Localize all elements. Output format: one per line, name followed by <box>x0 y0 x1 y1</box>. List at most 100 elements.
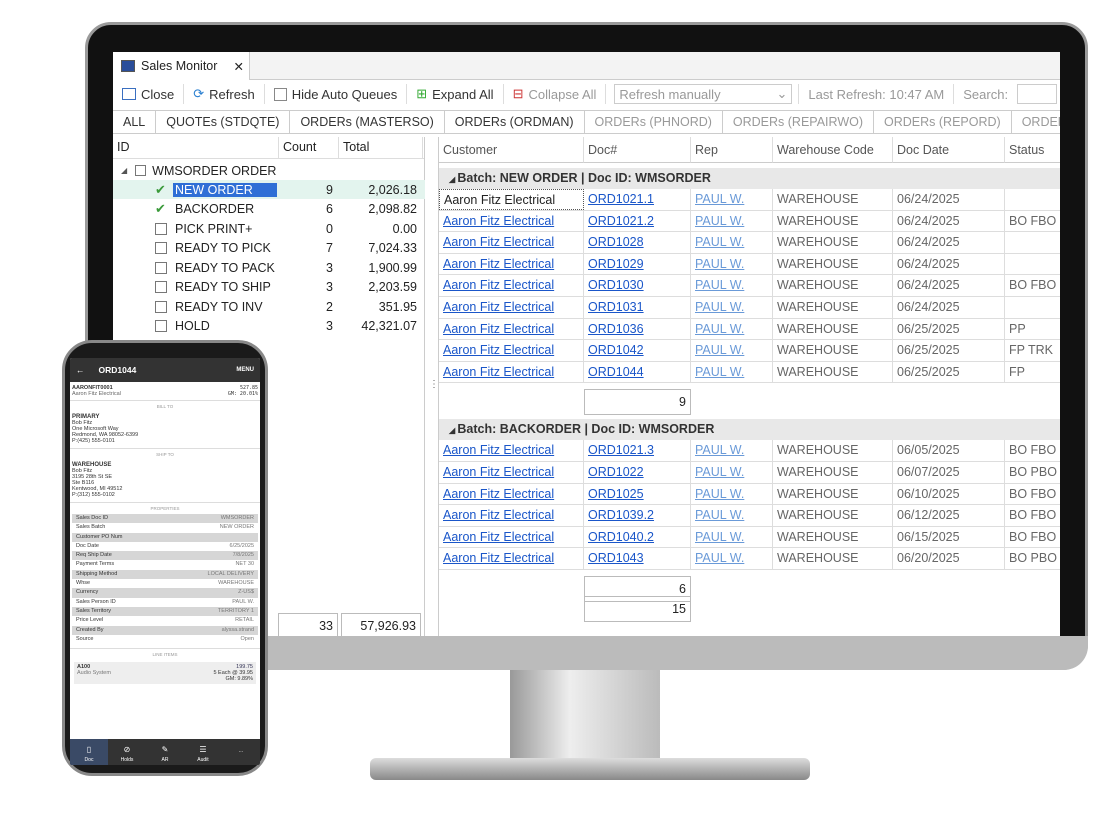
doc-link[interactable]: ORD1044 <box>584 361 691 383</box>
group-header[interactable]: ◢ Batch: NEW ORDER | Doc ID: WMSORDER <box>439 168 1060 189</box>
table-row[interactable]: Aaron Fitz Electrical ORD1021.2 PAUL W. WAR… <box>439 210 1060 233</box>
refresh-mode-select[interactable]: Refresh manually ⌄ <box>614 84 793 104</box>
rep-link[interactable]: PAUL W. <box>691 462 773 483</box>
header-id[interactable]: ID <box>113 137 279 158</box>
customer-link[interactable]: Aaron Fitz Electrical <box>439 548 584 569</box>
grid-header-doc-[interactable]: Doc# <box>584 137 691 163</box>
checked-icon[interactable]: ✔ <box>155 202 167 215</box>
rep-link[interactable]: PAUL W. <box>691 210 773 232</box>
back-arrow-icon[interactable]: ← <box>76 365 85 375</box>
close-button[interactable]: Close <box>113 84 185 104</box>
header-count[interactable]: Count <box>279 137 339 158</box>
grid-header-status[interactable]: Status <box>1005 137 1060 163</box>
rep-link[interactable]: PAUL W. <box>691 526 773 548</box>
customer-link[interactable]: Aaron Fitz Electrical <box>439 318 584 340</box>
nav-holds[interactable]: ⊘ Holds <box>108 739 146 765</box>
queue-tab[interactable]: ORDERs (REPAIRWO) <box>723 111 875 133</box>
customer-link[interactable]: Aaron Fitz Electrical <box>439 361 584 383</box>
hide-auto-queues-checkbox[interactable]: Hide Auto Queues <box>265 84 408 104</box>
table-row[interactable]: Aaron Fitz Electrical ORD1029 PAUL W. WAREH… <box>439 253 1060 276</box>
customer-link[interactable]: Aaron Fitz Electrical <box>439 505 584 526</box>
customer-link[interactable]: Aaron Fitz Electrical <box>439 526 584 548</box>
rep-link[interactable]: PAUL W. <box>691 340 773 361</box>
doc-link[interactable]: ORD1039.2 <box>584 505 691 526</box>
table-row[interactable]: Aaron Fitz Electrical ORD1021.3 PAUL W. WAR… <box>439 440 1060 462</box>
queue-tab[interactable]: ORDERs (REPORD) <box>874 111 1012 133</box>
table-row[interactable]: Aaron Fitz Electrical ORD1021.1 PAUL W. WAR… <box>439 189 1060 211</box>
table-row[interactable]: Aaron Fitz Electrical ORD1044 PAUL W. WAREH… <box>439 361 1060 384</box>
doc-link[interactable]: ORD1040.2 <box>584 526 691 548</box>
tree-item[interactable]: READY TO INV 2 351.95 <box>113 297 425 316</box>
customer-link[interactable]: Aaron Fitz Electrical <box>439 189 584 210</box>
rep-link[interactable]: PAUL W. <box>691 232 773 253</box>
table-row[interactable]: Aaron Fitz Electrical ORD1043 PAUL W. WAREH… <box>439 548 1060 570</box>
grid-header-customer[interactable]: Customer <box>439 137 584 163</box>
doc-link[interactable]: ORD1021.1 <box>584 189 691 210</box>
checkbox-icon[interactable] <box>155 281 167 293</box>
tree-item[interactable]: ✔ BACKORDER 6 2,098.82 <box>113 200 425 219</box>
customer-link[interactable]: Aaron Fitz Electrical <box>439 210 584 232</box>
tab-sales-monitor[interactable]: Sales Monitor ✕ <box>113 52 250 80</box>
checkbox-icon[interactable] <box>155 222 167 235</box>
nav-doc[interactable]: ▯ Doc <box>70 739 108 765</box>
doc-link[interactable]: ORD1028 <box>584 232 691 253</box>
nav-ar[interactable]: ✎ AR <box>146 739 184 765</box>
tree-item[interactable]: READY TO PACK 3 1,900.99 <box>113 258 425 277</box>
tree-root[interactable]: ◢ WMSORDER ORDER <box>113 161 425 180</box>
customer-link[interactable]: Aaron Fitz Electrical <box>439 232 584 253</box>
rep-link[interactable]: PAUL W. <box>691 548 773 569</box>
doc-link[interactable]: ORD1021.3 <box>584 440 691 461</box>
line-item[interactable]: A100 Audio System 199.75 5 Each @ 39.95 GM:… <box>74 662 256 685</box>
doc-link[interactable]: ORD1042 <box>584 340 691 361</box>
tree-item[interactable]: PICK PRINT+ 0 0.00 <box>113 219 425 238</box>
table-row[interactable]: Aaron Fitz Electrical ORD1040.2 PAUL W. WAR… <box>439 526 1060 549</box>
doc-link[interactable]: ORD1029 <box>584 253 691 275</box>
customer-link[interactable]: Aaron Fitz Electrical <box>439 440 584 461</box>
rep-link[interactable]: PAUL W. <box>691 318 773 340</box>
customer-link[interactable]: Aaron Fitz Electrical <box>439 462 584 483</box>
customer-link[interactable]: Aaron Fitz Electrical <box>439 297 584 318</box>
table-row[interactable]: Aaron Fitz Electrical ORD1039.2 PAUL W. WAR… <box>439 505 1060 527</box>
queue-tab[interactable]: ALL <box>113 111 157 133</box>
rep-link[interactable]: PAUL W. <box>691 361 773 383</box>
grid-header-rep[interactable]: Rep <box>691 137 773 163</box>
expand-all-button[interactable]: ⊞ Expand All <box>407 84 504 104</box>
header-total[interactable]: Total <box>339 137 423 158</box>
nav-audit[interactable]: ☰ Audit <box>184 739 222 765</box>
checkbox-icon[interactable] <box>155 300 167 313</box>
doc-link[interactable]: ORD1030 <box>584 275 691 296</box>
queue-tab[interactable]: ORDERs (RMAORD) <box>1012 111 1060 133</box>
rep-link[interactable]: PAUL W. <box>691 440 773 461</box>
customer-link[interactable]: Aaron Fitz Electrical <box>439 253 584 275</box>
doc-link[interactable]: ORD1031 <box>584 297 691 318</box>
table-row[interactable]: Aaron Fitz Electrical ORD1022 PAUL W. WAREH… <box>439 462 1060 484</box>
doc-link[interactable]: ORD1021.2 <box>584 210 691 232</box>
rep-link[interactable]: PAUL W. <box>691 483 773 505</box>
search-input[interactable] <box>1017 84 1058 104</box>
customer-link[interactable]: Aaron Fitz Electrical <box>439 483 584 505</box>
table-row[interactable]: Aaron Fitz Electrical ORD1030 PAUL W. WAREH… <box>439 275 1060 297</box>
tree-item[interactable]: HOLD 3 42,321.07 <box>113 317 425 336</box>
doc-link[interactable]: ORD1043 <box>584 548 691 569</box>
rep-link[interactable]: PAUL W. <box>691 505 773 526</box>
grid-header-doc-date[interactable]: Doc Date <box>893 137 1005 163</box>
doc-link[interactable]: ORD1036 <box>584 318 691 340</box>
rep-link[interactable]: PAUL W. <box>691 275 773 296</box>
nav-moremoremore[interactable]: ... <box>222 739 260 765</box>
tree-item[interactable]: READY TO PICK 7 7,024.33 <box>113 239 425 258</box>
checkbox-icon[interactable] <box>155 261 167 274</box>
close-tab-icon[interactable]: ✕ <box>233 59 243 74</box>
rep-link[interactable]: PAUL W. <box>691 253 773 275</box>
checkbox-icon[interactable] <box>155 320 167 332</box>
queue-tab[interactable]: ORDERs (PHNORD) <box>585 111 723 133</box>
checkbox-icon[interactable] <box>155 242 167 254</box>
queue-tab[interactable]: ORDERs (MASTERSO) <box>290 111 445 133</box>
doc-link[interactable]: ORD1022 <box>584 462 691 483</box>
tree-item[interactable]: READY TO SHIP 3 2,203.59 <box>113 278 425 297</box>
table-row[interactable]: Aaron Fitz Electrical ORD1042 PAUL W. WAREH… <box>439 340 1060 362</box>
tree-item[interactable]: ✔ NEW ORDER 9 2,026.18 <box>113 180 425 199</box>
rep-link[interactable]: PAUL W. <box>691 297 773 318</box>
table-row[interactable]: Aaron Fitz Electrical ORD1036 PAUL W. WAREH… <box>439 318 1060 341</box>
collapse-all-button[interactable]: ⊟ Collapse All <box>504 84 607 104</box>
table-row[interactable]: Aaron Fitz Electrical ORD1025 PAUL W. WAREH… <box>439 483 1060 506</box>
